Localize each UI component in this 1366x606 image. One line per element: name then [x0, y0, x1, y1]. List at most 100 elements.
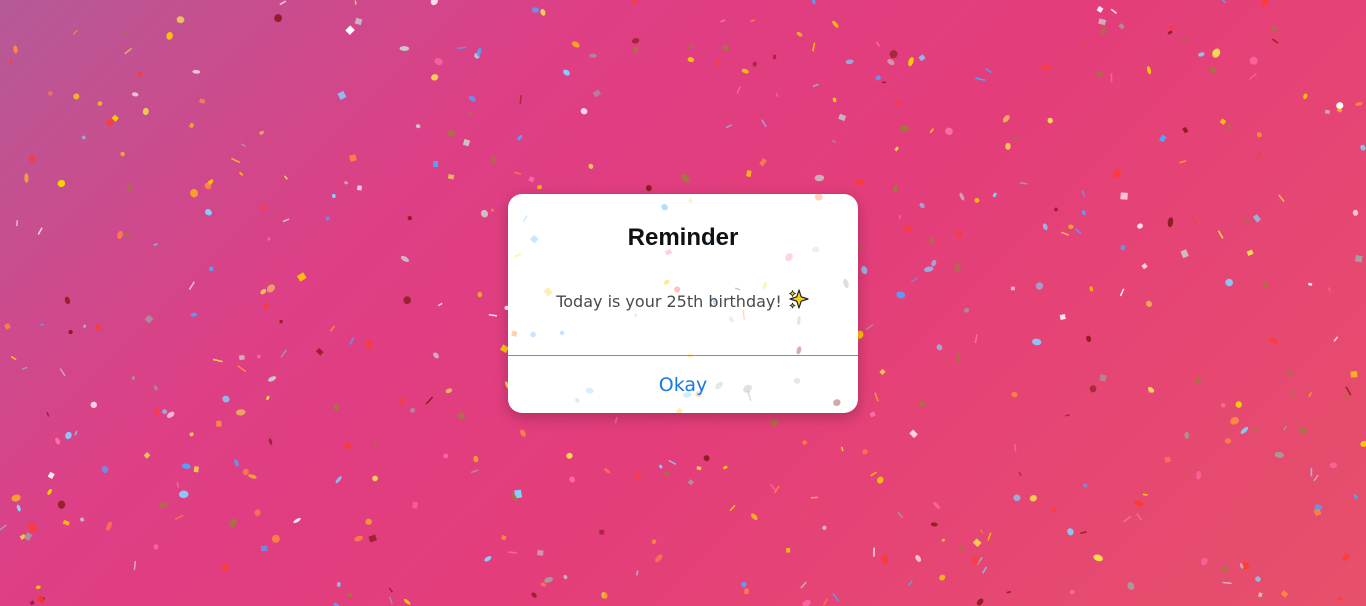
confetti-piece — [1059, 313, 1066, 321]
confetti-piece — [1336, 102, 1344, 110]
confetti-piece — [457, 412, 466, 420]
confetti-piece — [972, 538, 982, 548]
confetti-piece — [636, 570, 639, 576]
confetti-piece — [447, 130, 456, 137]
confetti-piece — [658, 464, 663, 469]
confetti-piece — [1019, 182, 1028, 185]
confetti-piece — [1344, 393, 1350, 398]
confetti-piece — [1006, 591, 1011, 594]
confetti-piece — [875, 75, 882, 81]
confetti-piece — [47, 471, 55, 480]
confetti-piece — [174, 514, 184, 521]
confetti-piece — [889, 50, 898, 59]
confetti-piece — [664, 470, 670, 477]
confetti-piece — [954, 262, 961, 273]
confetti-piece — [94, 324, 103, 332]
confetti-piece — [1041, 64, 1051, 70]
confetti-piece — [207, 179, 214, 186]
confetti-piece — [1011, 392, 1018, 398]
confetti-piece — [992, 192, 998, 198]
confetti-piece — [36, 595, 45, 604]
confetti-piece — [325, 216, 330, 221]
confetti-piece — [142, 107, 149, 116]
confetti-piece — [1099, 374, 1107, 382]
confetti-piece — [687, 57, 695, 63]
confetti-piece — [743, 588, 750, 595]
confetti-piece — [192, 69, 201, 74]
confetti-piece — [1182, 37, 1187, 44]
confetti-piece — [972, 556, 980, 565]
confetti-piece — [65, 431, 72, 440]
confetti-piece — [631, 0, 638, 5]
confetti-piece — [919, 202, 925, 209]
confetti-piece — [1256, 132, 1262, 138]
confetti-piece — [802, 599, 811, 606]
confetti-piece — [138, 71, 143, 78]
confetti-piece — [571, 41, 580, 48]
confetti-piece — [1013, 136, 1021, 140]
confetti-piece — [216, 420, 222, 427]
confetti-piece — [1089, 286, 1094, 292]
confetti-piece — [635, 472, 641, 479]
confetti-piece — [1089, 385, 1097, 393]
confetti-piece — [68, 329, 73, 335]
confetti-piece — [153, 243, 158, 246]
confetti-piece — [910, 277, 918, 283]
confetti-piece — [279, 319, 283, 324]
confetti-piece — [775, 92, 779, 98]
confetti-piece — [746, 170, 752, 177]
confetti-piece — [1282, 425, 1288, 431]
confetti-piece — [349, 337, 355, 345]
confetti-piece — [354, 17, 363, 26]
confetti-piece — [106, 118, 114, 127]
confetti-piece — [474, 53, 480, 59]
confetti-piece — [445, 388, 453, 394]
confetti-piece — [722, 465, 728, 470]
confetti-piece — [796, 31, 803, 37]
confetti-piece — [333, 403, 340, 411]
confetti-piece — [296, 272, 307, 282]
confetti-piece — [1261, 0, 1268, 6]
confetti-piece — [933, 501, 940, 509]
okay-button[interactable]: Okay — [508, 356, 858, 413]
confetti-piece — [729, 504, 736, 512]
confetti-piece — [1061, 231, 1070, 236]
confetti-piece — [716, 59, 721, 66]
confetti-piece — [1182, 126, 1189, 134]
confetti-piece — [412, 501, 418, 509]
confetti-piece — [47, 488, 52, 495]
confetti-piece — [1068, 224, 1074, 229]
confetti-piece — [1051, 506, 1057, 513]
dialog-message: Today is your 25th birthday! — [556, 292, 782, 311]
confetti-piece — [1134, 499, 1144, 507]
confetti-piece — [57, 179, 66, 188]
confetti-piece — [1081, 190, 1086, 197]
confetti-piece — [520, 429, 526, 437]
confetti-piece — [1110, 8, 1118, 14]
confetti-piece — [331, 193, 336, 199]
confetti-piece — [1360, 440, 1366, 447]
confetti-piece — [1032, 338, 1042, 346]
confetti-piece — [415, 124, 421, 129]
confetti-piece — [131, 92, 139, 97]
confetti-piece — [271, 534, 280, 543]
confetti-piece — [181, 463, 191, 469]
confetti-piece — [407, 215, 413, 221]
confetti-piece — [810, 496, 818, 499]
confetti-piece — [631, 38, 640, 44]
confetti-piece — [205, 209, 212, 216]
confetti-piece — [117, 230, 123, 239]
confetti-piece — [430, 0, 438, 6]
confetti-piece — [1224, 438, 1232, 444]
confetti-piece — [388, 596, 393, 605]
confetti-piece — [822, 598, 829, 606]
confetti-piece — [368, 534, 377, 543]
confetti-piece — [1184, 431, 1190, 439]
confetti-piece — [1118, 23, 1125, 30]
confetti-piece — [859, 245, 862, 250]
confetti-piece — [1287, 370, 1293, 376]
confetti-piece — [898, 214, 902, 220]
confetti-piece — [1227, 123, 1230, 132]
confetti-piece — [242, 468, 249, 476]
confetti-piece — [47, 90, 54, 97]
